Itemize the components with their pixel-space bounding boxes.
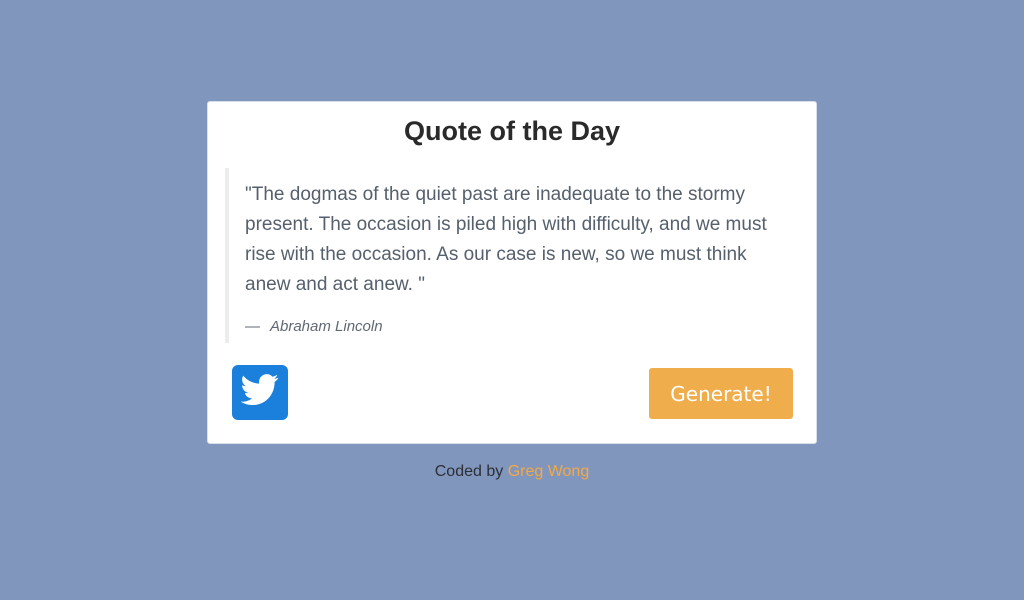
author-dash: — xyxy=(245,318,260,335)
quote-blockquote: "The dogmas of the quiet past are inadeq… xyxy=(225,168,790,343)
quote-author: Abraham Lincoln xyxy=(270,318,383,335)
page-title: Quote of the Day xyxy=(403,116,620,146)
quote-author-line: — Abraham Lincoln xyxy=(245,318,790,335)
footer: Coded by Greg Wong xyxy=(0,463,1024,481)
twitter-bird-icon xyxy=(240,374,279,411)
tweet-button[interactable] xyxy=(232,365,288,420)
author-link[interactable]: Greg Wong xyxy=(508,463,590,480)
footer-prefix: Coded by xyxy=(434,463,504,480)
generate-button[interactable]: Generate! xyxy=(649,368,793,419)
quote-card: Quote of the Day "The dogmas of the quie… xyxy=(207,101,817,444)
quote-text: "The dogmas of the quiet past are inadeq… xyxy=(245,184,767,295)
